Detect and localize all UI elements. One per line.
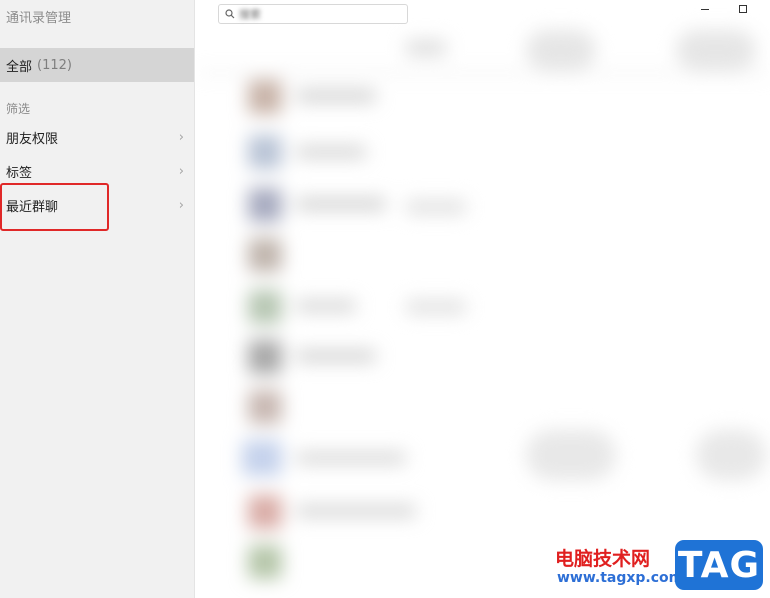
contact-count: (112) [37, 57, 72, 73]
site-watermark: 电脑技术网 www.tagxp.com TAG [555, 540, 767, 596]
chevron-right-icon: › [178, 197, 184, 213]
sidebar-item-label: 朋友权限 [6, 131, 59, 147]
minimize-button[interactable] [698, 2, 712, 16]
search-input[interactable]: 搜索 [218, 4, 408, 24]
sidebar-item-label: 标签 [6, 165, 33, 181]
watermark-title: 电脑技术网 [555, 548, 651, 570]
maximize-icon [739, 5, 747, 13]
chevron-right-icon: › [178, 163, 184, 179]
sidebar: 通讯录管理 全部 (112) 筛选 朋友权限 › 标签 › 最近群聊 › [0, 0, 195, 598]
sidebar-item-all-label: 全部 [6, 59, 33, 75]
search-placeholder: 搜索 [239, 8, 261, 21]
minimize-icon [701, 8, 709, 10]
sidebar-item-label: 最近群聊 [6, 199, 59, 215]
filter-section-label: 筛选 [6, 102, 31, 116]
sidebar-item-tags[interactable]: 标签 › [0, 155, 194, 187]
window-title: 通讯录管理 [6, 11, 72, 26]
chevron-right-icon: › [178, 129, 184, 145]
sidebar-item-all[interactable]: 全部 (112) [0, 48, 194, 82]
watermark-url: www.tagxp.com [557, 570, 684, 586]
contact-list-panel: 搜索 [196, 0, 770, 598]
search-icon [225, 9, 235, 19]
watermark-logo-badge: TAG [675, 540, 763, 590]
sidebar-item-recent-groups[interactable]: 最近群聊 › [0, 189, 194, 221]
sidebar-item-friend-permissions[interactable]: 朋友权限 › [0, 121, 194, 153]
maximize-button[interactable] [736, 2, 750, 16]
window-controls [698, 2, 750, 16]
blurred-content [196, 0, 770, 598]
